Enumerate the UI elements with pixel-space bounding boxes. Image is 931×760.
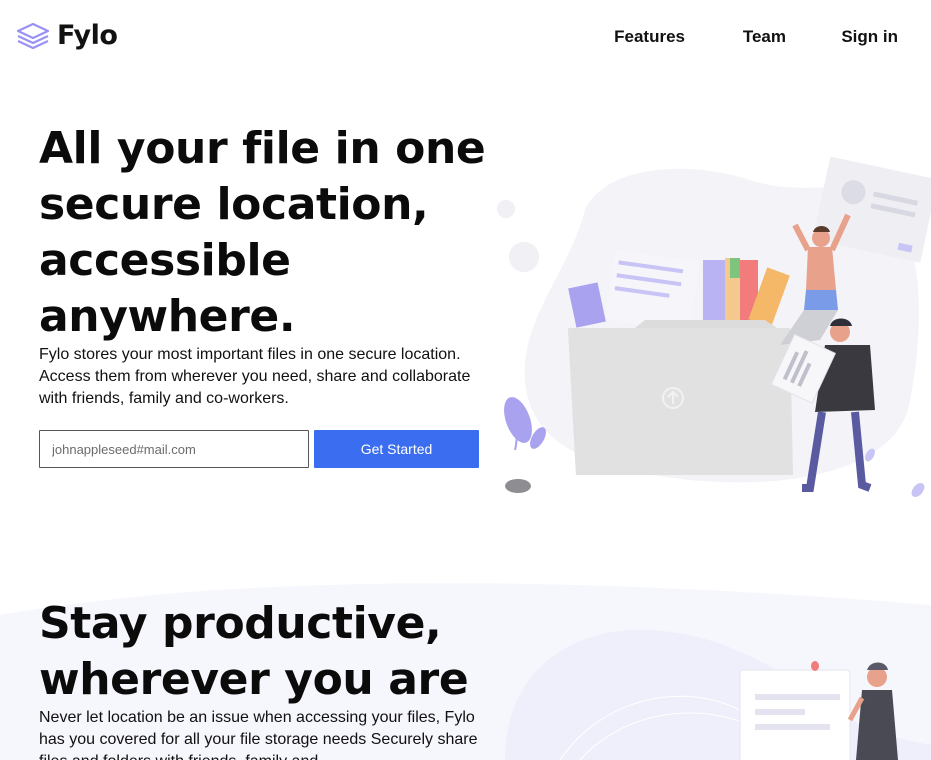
hero-illustration bbox=[497, 156, 931, 497]
productivity-illustration bbox=[739, 661, 898, 760]
nav-link-sign-in[interactable]: Sign in bbox=[841, 27, 898, 47]
hero-description: Fylo stores your most important files in… bbox=[39, 346, 471, 407]
hero-title-line: accessible bbox=[39, 235, 291, 286]
landing-page: Fylo Features Team Sign in All your file… bbox=[0, 0, 931, 760]
email-input[interactable] bbox=[39, 430, 309, 468]
section-description: Never let location be an issue when acce… bbox=[39, 709, 478, 760]
nav-link-features[interactable]: Features bbox=[614, 27, 685, 47]
section-title-line: wherever you are bbox=[39, 654, 469, 705]
nav-link-team[interactable]: Team bbox=[743, 27, 786, 47]
hero-title-line: All your file in one bbox=[39, 123, 486, 174]
hero-title-line: secure location, bbox=[39, 179, 429, 230]
hero-title-line: anywhere. bbox=[39, 291, 296, 342]
hero-title: All your file in one secure location, ac… bbox=[39, 121, 489, 345]
section-title: Stay productive, wherever you are bbox=[39, 596, 499, 708]
layers-icon bbox=[15, 21, 51, 51]
get-started-button[interactable]: Get Started bbox=[314, 430, 479, 468]
brand-name: Fylo bbox=[57, 20, 118, 51]
logo[interactable]: Fylo bbox=[15, 20, 118, 51]
section-title-line: Stay productive, bbox=[39, 598, 442, 649]
